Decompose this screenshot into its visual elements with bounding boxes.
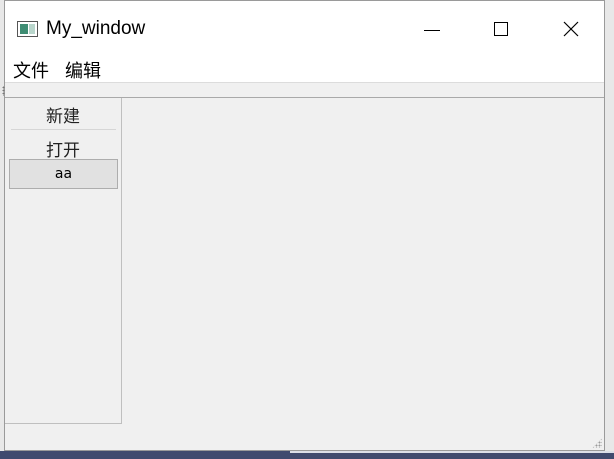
dock-divider [11, 129, 116, 130]
menu-edit[interactable]: 编辑 [65, 57, 101, 83]
dock-item-new[interactable]: 新建 [10, 102, 116, 127]
menu-file[interactable]: 文件 [13, 57, 49, 83]
minimize-button[interactable] [409, 1, 455, 55]
dock-item-open[interactable]: 打开 [10, 136, 116, 161]
toolbar [5, 82, 604, 98]
close-icon [563, 21, 579, 37]
main-window: My_window 文件 编辑 新建 打开 aa [2, 0, 605, 451]
taskbar-edge [0, 451, 614, 459]
title-bar[interactable]: My_window [5, 1, 604, 55]
aa-button[interactable]: aa [9, 159, 118, 189]
dock-panel: 新建 打开 aa [5, 98, 122, 424]
window-title: My_window [46, 18, 146, 39]
minimize-icon [424, 30, 440, 31]
menu-bar: 文件 编辑 [5, 55, 604, 82]
app-icon [17, 21, 38, 37]
maximize-button[interactable] [478, 1, 524, 55]
maximize-icon [494, 22, 508, 36]
close-button[interactable] [548, 1, 594, 55]
resize-grip-handle[interactable] [592, 438, 602, 448]
toolbar-grip-handle[interactable] [2, 86, 5, 96]
